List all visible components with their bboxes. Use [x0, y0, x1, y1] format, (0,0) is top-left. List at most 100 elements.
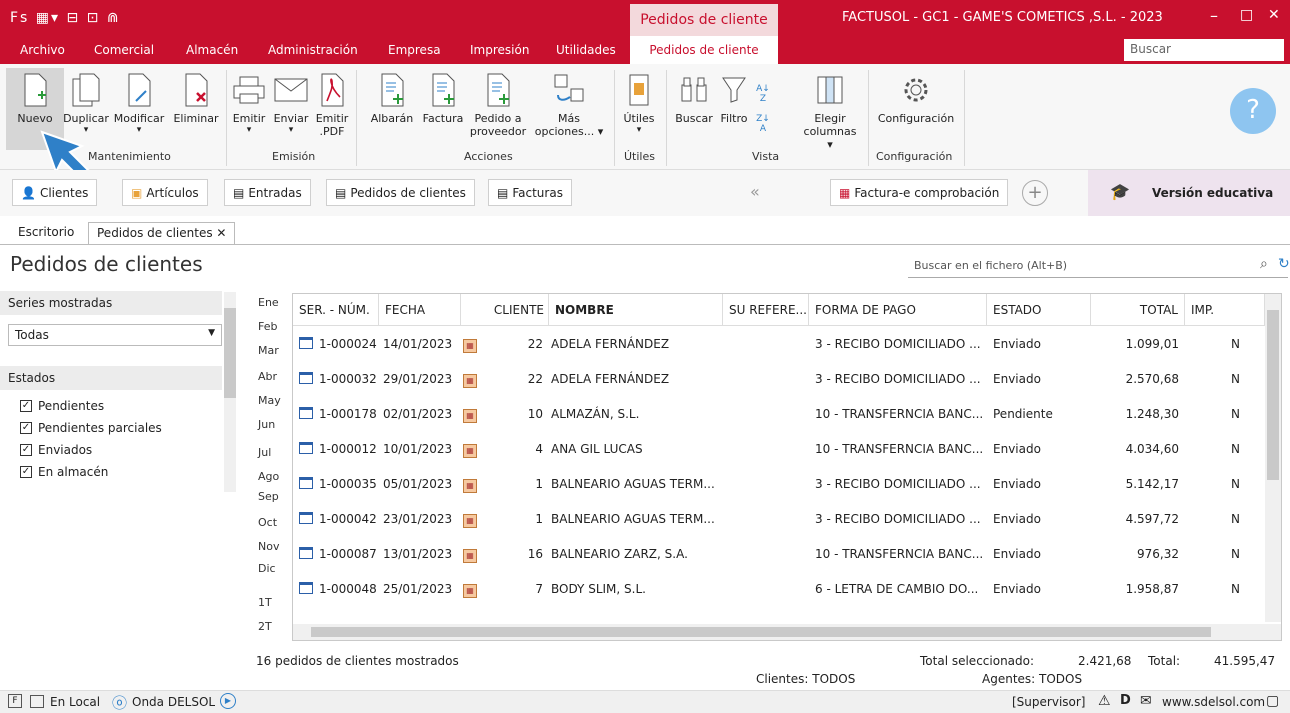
- menu-utilidades[interactable]: Utilidades: [556, 43, 616, 57]
- help-icon[interactable]: ?: [1230, 88, 1276, 134]
- maximize-icon[interactable]: □: [1240, 7, 1253, 23]
- play-icon[interactable]: ▶: [220, 693, 236, 709]
- cell-total: 1.958,87: [1125, 582, 1179, 596]
- tab-escritorio[interactable]: Escritorio: [10, 222, 82, 244]
- facturae-shortcut[interactable]: ▦ Factura-e comprobación: [830, 179, 1009, 206]
- collapse-icon[interactable]: «: [750, 182, 760, 201]
- quarter-filter[interactable]: 2T: [258, 620, 272, 633]
- pedido-proveedor-button[interactable]: Pedido a proveedor: [466, 68, 530, 138]
- estado-pendientes-parciales-checkbox[interactable]: ✓ Pendientes parciales: [20, 421, 162, 435]
- month-filter[interactable]: Jul: [258, 446, 271, 459]
- buscar-button[interactable]: Buscar: [672, 68, 716, 125]
- modificar-button[interactable]: Modificar ▾: [108, 68, 170, 135]
- left-panel-scrollbar[interactable]: [224, 292, 236, 492]
- articulos-shortcut[interactable]: ▣ Artículos: [122, 179, 208, 206]
- col-ser-num[interactable]: SER. - NÚM.: [293, 294, 379, 326]
- search-icon[interactable]: ⌕: [1260, 256, 1268, 272]
- warning-icon[interactable]: ⚠: [1098, 693, 1111, 709]
- f-icon[interactable]: F: [8, 694, 22, 708]
- utiles-button[interactable]: Útiles ▾: [616, 68, 662, 135]
- elegir-columnas-button[interactable]: Elegir columnas ▾: [800, 68, 860, 151]
- col-fecha[interactable]: FECHA: [379, 294, 461, 326]
- month-filter[interactable]: Nov: [258, 540, 279, 553]
- table-row[interactable]: 1-000012 10/01/2023 ▦ 4 ANA GIL LUCAS 10…: [293, 433, 1265, 467]
- estado-pendientes-checkbox[interactable]: ✓ Pendientes: [20, 399, 104, 413]
- col-estado[interactable]: ESTADO: [987, 294, 1091, 326]
- configuracion-button[interactable]: Configuración: [872, 68, 960, 125]
- col-su-referencia[interactable]: SU REFERE...: [723, 294, 809, 326]
- factura-button[interactable]: Factura: [418, 68, 468, 125]
- emitir-pdf-button[interactable]: Emitir .PDF: [312, 68, 352, 138]
- col-imp[interactable]: IMP.: [1185, 294, 1265, 326]
- menu-impresion[interactable]: Impresión: [470, 43, 529, 57]
- enviar-button[interactable]: Enviar ▾: [270, 68, 312, 135]
- menu-bar: Archivo Comercial Almacén Administración…: [0, 36, 1290, 64]
- cell-estado: Enviado: [993, 477, 1041, 491]
- local-checkbox-icon[interactable]: [30, 695, 44, 708]
- table-row[interactable]: 1-000035 05/01/2023 ▦ 1 BALNEARIO AGUAS …: [293, 468, 1265, 502]
- minimize-icon[interactable]: –: [1210, 6, 1218, 25]
- estado-en-almacen-checkbox[interactable]: ✓ En almacén: [20, 465, 108, 479]
- col-nombre[interactable]: NOMBRE: [549, 294, 723, 326]
- sort-icon[interactable]: A↓ Z Z↓ A: [752, 68, 774, 134]
- month-filter[interactable]: Ene: [258, 296, 279, 309]
- binoculars-icon: [672, 68, 716, 112]
- pedidos-shortcut[interactable]: ▤ Pedidos de clientes: [326, 179, 475, 206]
- month-filter[interactable]: Dic: [258, 562, 276, 575]
- month-filter[interactable]: May: [258, 394, 281, 407]
- menu-empresa[interactable]: Empresa: [388, 43, 441, 57]
- menu-almacen[interactable]: Almacén: [186, 43, 238, 57]
- mail-icon[interactable]: ✉: [1140, 693, 1152, 709]
- entradas-shortcut[interactable]: ▤ Entradas: [224, 179, 311, 206]
- tab-pedidos-de-clientes[interactable]: Pedidos de clientes ✕: [88, 222, 236, 245]
- chat-icon[interactable]: ▢: [1266, 693, 1279, 709]
- menu-archivo[interactable]: Archivo: [20, 43, 65, 57]
- refresh-icon[interactable]: ↻: [1278, 256, 1290, 272]
- table-horizontal-scrollbar[interactable]: [293, 624, 1281, 640]
- menu-comercial[interactable]: Comercial: [94, 43, 154, 57]
- mas-opciones-button[interactable]: Más opciones... ▾: [532, 68, 606, 138]
- emitir-button[interactable]: Emitir ▾: [228, 68, 270, 135]
- table-row[interactable]: 1-000042 23/01/2023 ▦ 1 BALNEARIO AGUAS …: [293, 503, 1265, 537]
- quick-access-toolbar[interactable]: Fs ▦▾ ⊟ ⊡ ⋒: [10, 10, 121, 26]
- month-filter[interactable]: Jun: [258, 418, 275, 431]
- table-row[interactable]: 1-000032 29/01/2023 ▦ 22 ADELA FERNÁNDEZ…: [293, 363, 1265, 397]
- cell-fecha: 05/01/2023: [383, 477, 453, 491]
- albaran-button[interactable]: Albarán: [366, 68, 418, 125]
- cell-nombre: BALNEARIO ZARZ, S.A.: [551, 547, 688, 561]
- factura-label: Factura: [422, 112, 464, 125]
- table-row[interactable]: 1-000178 02/01/2023 ▦ 10 ALMAZÁN, S.L. 1…: [293, 398, 1265, 432]
- quarter-filter[interactable]: 1T: [258, 596, 272, 609]
- table-vertical-scrollbar[interactable]: [1265, 294, 1281, 622]
- table-row[interactable]: 1-000087 13/01/2023 ▦ 16 BALNEARIO ZARZ,…: [293, 538, 1265, 572]
- menu-pedidos-de-cliente[interactable]: Pedidos de cliente: [630, 36, 778, 64]
- col-cliente[interactable]: CLIENTE: [461, 294, 549, 326]
- menu-administracion[interactable]: Administración: [268, 43, 358, 57]
- series-header: Series mostradas: [0, 291, 222, 315]
- table-row[interactable]: 1-000024 14/01/2023 ▦ 22 ADELA FERNÁNDEZ…: [293, 328, 1265, 362]
- cell-ser-num: 1-000035: [319, 477, 377, 491]
- website-link[interactable]: www.sdelsol.com: [1162, 695, 1265, 709]
- page-title: Pedidos de clientes: [10, 252, 203, 276]
- add-shortcut-button[interactable]: +: [1022, 180, 1048, 206]
- onda-delsol-label[interactable]: Onda DELSOL: [132, 695, 215, 709]
- month-filter[interactable]: Oct: [258, 516, 277, 529]
- close-icon[interactable]: ✕: [1268, 7, 1280, 23]
- clientes-shortcut[interactable]: 👤 Clientes: [12, 179, 98, 206]
- month-filter[interactable]: Feb: [258, 320, 277, 333]
- facturas-shortcut[interactable]: ▤ Facturas: [488, 179, 572, 206]
- duplicar-button[interactable]: Duplicar ▾: [60, 68, 112, 135]
- table-row[interactable]: 1-000048 25/01/2023 ▦ 7 BODY SLIM, S.L. …: [293, 573, 1265, 607]
- eliminar-button[interactable]: Eliminar: [170, 68, 222, 125]
- month-filter[interactable]: Ago: [258, 470, 279, 483]
- month-filter[interactable]: Sep: [258, 490, 279, 503]
- col-total[interactable]: TOTAL: [1091, 294, 1185, 326]
- estado-enviados-checkbox[interactable]: ✓ Enviados: [20, 443, 92, 457]
- file-search-input[interactable]: Buscar en el fichero (Alt+B) ⌕ ↻: [908, 256, 1290, 278]
- month-filter[interactable]: Abr: [258, 370, 277, 383]
- month-filter[interactable]: Mar: [258, 344, 279, 357]
- series-select[interactable]: Todas ▼: [8, 324, 222, 346]
- filtro-button[interactable]: Filtro: [716, 68, 752, 125]
- col-forma-de-pago[interactable]: FORMA DE PAGO: [809, 294, 987, 326]
- global-search-input[interactable]: Buscar: [1124, 39, 1284, 61]
